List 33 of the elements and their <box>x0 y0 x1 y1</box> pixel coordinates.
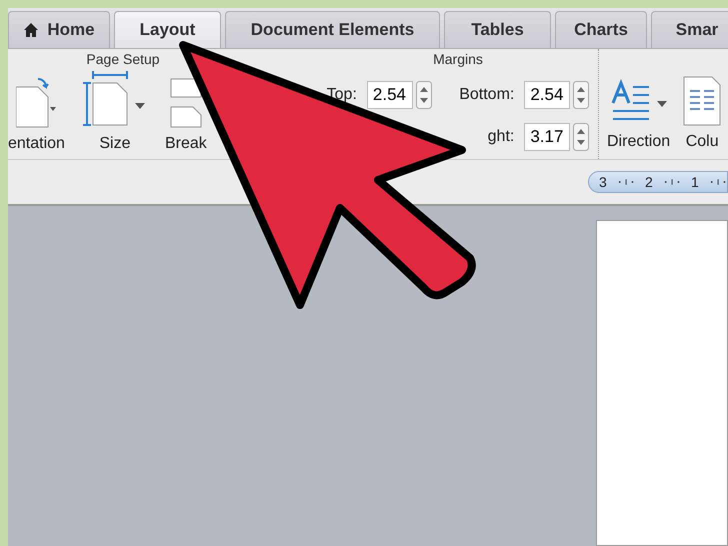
stepper-icon[interactable] <box>573 123 590 151</box>
ribbon-tab[interactable]: Layout <box>114 11 221 48</box>
ruler-ticks-icon <box>616 178 635 186</box>
group-title: Page Setup <box>85 50 161 69</box>
ribbon-button[interactable]: Colu <box>682 75 722 151</box>
group-title: Margins <box>432 50 484 69</box>
columns-icon <box>682 75 722 127</box>
ribbon-button[interactable]: entation <box>8 77 65 153</box>
margin-field[interactable]: 2.54 <box>524 81 570 109</box>
ribbon-tab[interactable]: Document Elements <box>225 11 440 48</box>
stepper-icon[interactable] <box>416 81 432 109</box>
margin-field[interactable]: 2.54 <box>366 81 413 109</box>
ribbon-tab[interactable]: Smar <box>651 11 728 48</box>
ruler-number: 2 <box>645 174 653 190</box>
page-rotate-icon <box>16 77 56 129</box>
ruler-ticks-icon <box>708 178 727 186</box>
ruler-number: 1 <box>691 174 699 190</box>
ribbon-tab[interactable]: Tables <box>444 11 551 48</box>
page-break-icon <box>168 77 203 129</box>
page-size-icon <box>82 69 147 129</box>
ribbon-button[interactable]: Direction <box>607 79 670 151</box>
ruler[interactable]: 3 2 1 <box>588 171 728 193</box>
field-label: ght: <box>486 128 514 146</box>
margin-field[interactable]: 3.17 <box>524 123 570 151</box>
field-label: Bottom: <box>458 86 514 104</box>
ribbon-button[interactable]: Break <box>164 77 207 153</box>
ribbon-tab[interactable]: Charts <box>555 11 647 48</box>
ruler-ticks-icon <box>662 178 681 186</box>
stepper-icon[interactable] <box>573 81 590 109</box>
ribbon-button[interactable]: Size <box>82 69 147 153</box>
home-icon <box>23 22 40 38</box>
ribbon-tab[interactable]: Home <box>8 11 110 48</box>
ruler-number: 3 <box>599 174 607 190</box>
